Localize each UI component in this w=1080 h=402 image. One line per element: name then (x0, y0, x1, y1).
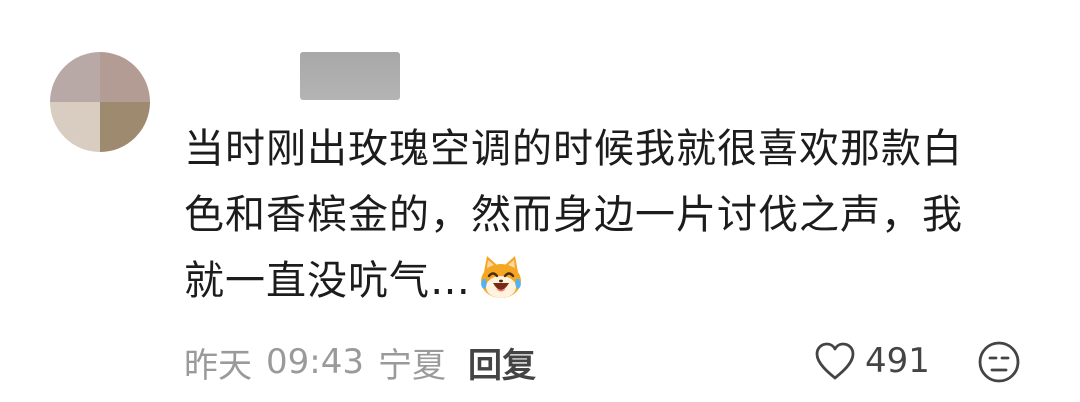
laughing-crying-cat-emoji (475, 252, 527, 304)
comment-location: 宁夏 (377, 345, 446, 386)
dislike-button[interactable] (977, 340, 1021, 384)
avatar-pixel (50, 102, 100, 152)
frown-face-icon (977, 341, 1021, 388)
avatar-pixel (100, 102, 150, 152)
avatar[interactable] (50, 52, 150, 152)
comment-meta: 昨天 09:43 宁夏 回复 (184, 338, 536, 386)
like-count: 491 (865, 341, 930, 381)
reply-button[interactable]: 回复 (468, 338, 536, 387)
comment-line: 就一直没吭气… (184, 248, 1044, 314)
comment-date: 昨天 (184, 345, 252, 386)
comment-line: 当时刚出玫瑰空调的时候我就很喜欢那款白 (184, 126, 963, 172)
comment-time: 09:43 (266, 342, 364, 382)
like-button[interactable]: 491 (813, 336, 930, 386)
comment-line: 色和香槟金的，然而身边一片讨伐之声，我 (184, 192, 963, 238)
avatar-pixel (50, 52, 100, 102)
username-blurred[interactable] (300, 52, 400, 100)
heart-outline-icon (813, 341, 857, 381)
comment-text: 当时刚出玫瑰空调的时候我就很喜欢那款白 色和香槟金的，然而身边一片讨伐之声，我 … (184, 116, 1044, 314)
comment-line-text: 就一直没吭气… (184, 258, 471, 304)
avatar-pixel (100, 52, 150, 102)
